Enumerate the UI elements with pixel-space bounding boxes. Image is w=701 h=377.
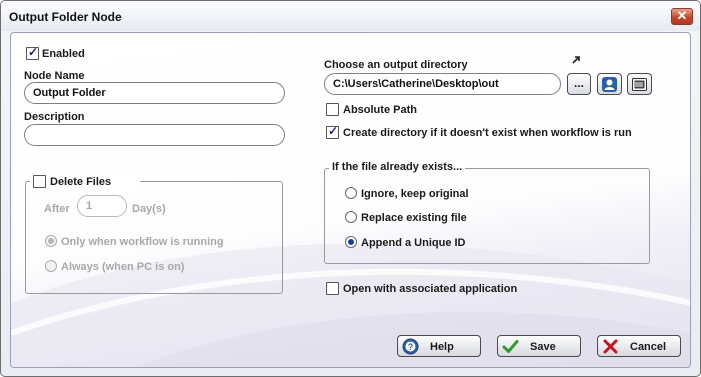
create-directory-label: Create directory if it doesn't exist whe… — [343, 127, 632, 139]
open-with-app-label: Open with associated application — [343, 283, 518, 295]
days-label: Day(s) — [132, 203, 166, 215]
save-button[interactable]: Save — [497, 335, 581, 357]
file-exists-legend: If the file already exists... — [329, 161, 466, 173]
append-unique-id-radio[interactable] — [345, 236, 357, 248]
enabled-label: Enabled — [42, 48, 85, 60]
after-label: After — [44, 203, 70, 215]
replace-existing-label: Replace existing file — [361, 212, 467, 224]
open-with-app-checkbox[interactable] — [326, 282, 339, 295]
ignore-keep-original-label: Ignore, keep original — [361, 188, 469, 200]
absolute-path-label: Absolute Path — [343, 104, 417, 116]
append-unique-id-label: Append a Unique ID — [361, 237, 466, 249]
window-title: Output Folder Node — [9, 10, 122, 24]
dialog-body: Enabled Node Name Description Delete Fil… — [10, 32, 691, 368]
tokens-icon — [632, 78, 647, 91]
enabled-checkbox[interactable] — [26, 45, 39, 60]
user-variables-icon — [602, 77, 617, 92]
only-when-running-radio[interactable] — [45, 235, 57, 247]
svg-text:?: ? — [408, 342, 414, 352]
choose-output-label: Choose an output directory — [324, 59, 468, 71]
x-icon — [603, 339, 618, 354]
replace-existing-radio[interactable] — [345, 211, 357, 223]
dialog-window: Output Folder Node ✕ Enabled Node Name D… — [0, 0, 701, 377]
node-name-input[interactable] — [24, 82, 285, 104]
user-variables-button[interactable] — [597, 73, 622, 95]
browse-label: ... — [573, 76, 584, 90]
ignore-keep-original-radio[interactable] — [345, 187, 357, 199]
description-input[interactable] — [24, 124, 285, 146]
always-radio[interactable] — [45, 260, 57, 272]
only-when-running-label: Only when workflow is running — [61, 236, 224, 248]
close-button[interactable]: ✕ — [671, 8, 693, 25]
help-icon: ? — [402, 338, 419, 355]
title-bar: Output Folder Node ✕ — [1, 1, 700, 31]
node-name-label: Node Name — [24, 70, 85, 82]
arrow-up-right-icon[interactable] — [572, 55, 581, 67]
browse-button[interactable]: ... — [567, 73, 591, 95]
delete-files-checkbox[interactable] — [33, 175, 46, 188]
create-directory-checkbox[interactable] — [326, 124, 339, 139]
absolute-path-checkbox[interactable] — [326, 103, 339, 116]
close-icon: ✕ — [676, 8, 688, 23]
cancel-label: Cancel — [630, 341, 667, 353]
after-days-input[interactable] — [77, 195, 127, 217]
save-label: Save — [530, 341, 556, 353]
description-label: Description — [24, 111, 85, 123]
check-icon — [502, 340, 519, 353]
help-label: Help — [430, 341, 454, 353]
always-label: Always (when PC is on) — [61, 261, 185, 273]
cancel-button[interactable]: Cancel — [597, 335, 681, 357]
delete-files-legend: Delete Files — [30, 174, 140, 190]
output-directory-input[interactable] — [324, 73, 561, 95]
tokens-button[interactable] — [627, 73, 652, 95]
delete-files-label: Delete Files — [50, 176, 112, 188]
help-button[interactable]: ? Help — [397, 335, 481, 357]
